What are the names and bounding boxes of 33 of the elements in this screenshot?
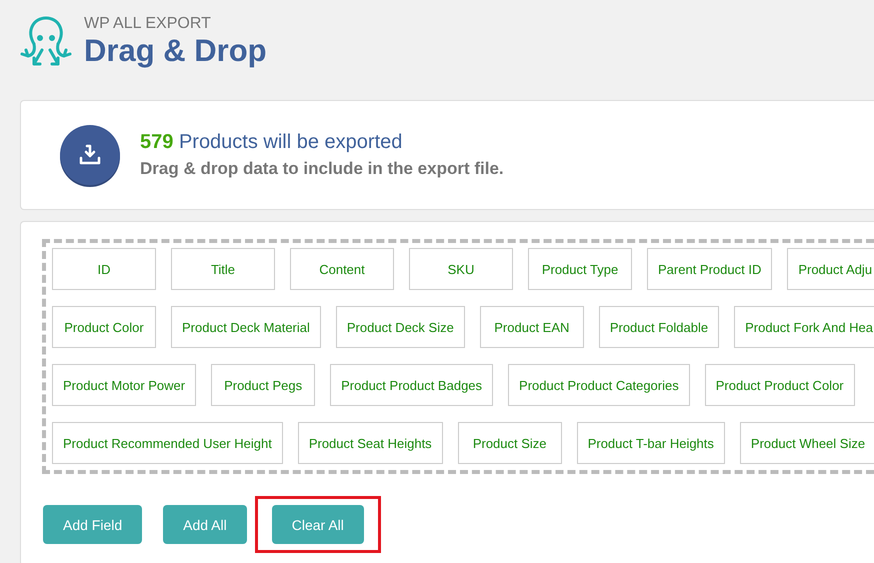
field-chip[interactable]: Product Seat Heights <box>298 422 443 464</box>
field-chip[interactable]: Product Product Color <box>704 364 855 406</box>
field-chip[interactable]: Product Color <box>52 306 156 348</box>
export-count: 579 <box>140 131 174 153</box>
field-chip[interactable]: Product Product Categories <box>508 364 690 406</box>
action-button[interactable]: Add All <box>163 505 247 544</box>
field-chip[interactable]: Product Type <box>528 248 632 290</box>
field-chip[interactable]: Product Deck Size <box>336 306 465 348</box>
field-chip[interactable]: ID <box>52 248 156 290</box>
field-chip[interactable]: Parent Product ID <box>647 248 772 290</box>
field-chip[interactable]: Product Product Badges <box>330 364 494 406</box>
field-chip[interactable]: Product Deck Material <box>171 306 321 348</box>
field-chip[interactable]: Product Recommended User Height <box>52 422 283 464</box>
field-chip[interactable]: SKU <box>409 248 513 290</box>
export-subtitle: Drag & drop data to include in the export file. <box>140 158 504 180</box>
field-chip[interactable]: Product Foldable <box>598 306 720 348</box>
field-chip[interactable]: Product Pegs <box>211 364 316 406</box>
page-title: Drag & Drop <box>84 33 267 69</box>
brand-name: WP ALL EXPORT <box>84 15 212 33</box>
field-chip[interactable]: Product Motor Power <box>52 364 196 406</box>
field-chip[interactable]: Product EAN <box>480 306 584 348</box>
action-button[interactable]: Clear All <box>272 505 364 544</box>
field-chip[interactable]: Title <box>171 248 275 290</box>
action-button[interactable]: Add Field <box>43 505 142 544</box>
field-chip[interactable]: Product Size <box>458 422 562 464</box>
field-chip[interactable]: Product Wheel Size <box>740 422 874 464</box>
field-chip[interactable]: Product Fork And Hea <box>734 306 874 348</box>
field-chip[interactable]: Product T-bar Heights <box>576 422 725 464</box>
export-headline: Products will be exported <box>178 131 402 153</box>
download-icon <box>79 144 101 166</box>
field-chip[interactable]: Content <box>290 248 394 290</box>
drop-zone[interactable] <box>42 239 874 474</box>
field-chip[interactable]: Product Adju <box>787 248 874 290</box>
